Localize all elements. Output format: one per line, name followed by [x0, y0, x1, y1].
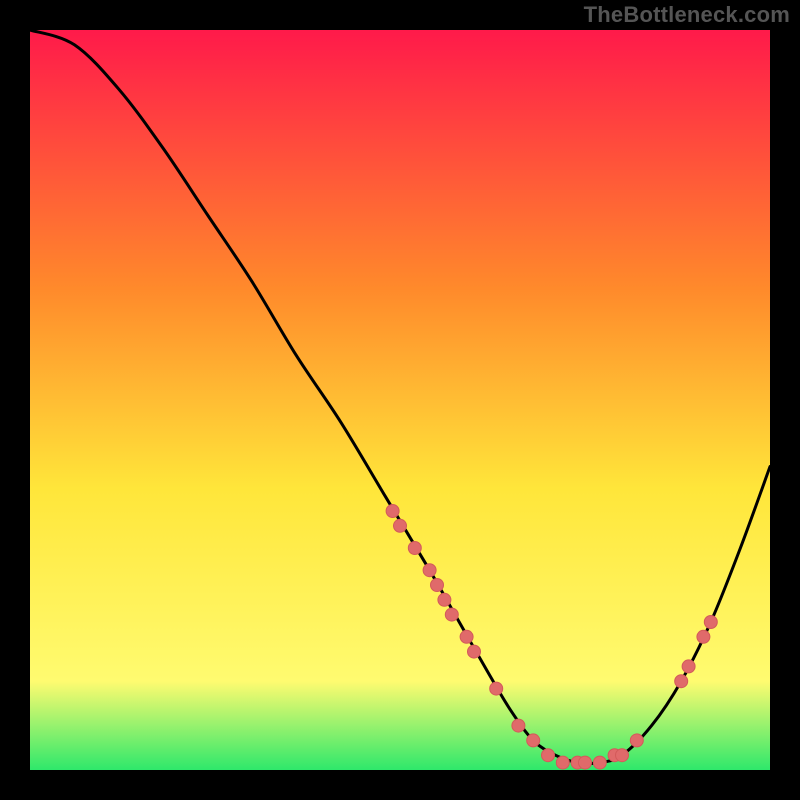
data-point: [431, 579, 444, 592]
data-point: [675, 675, 688, 688]
data-point: [490, 682, 503, 695]
data-point: [386, 505, 399, 518]
data-point: [697, 630, 710, 643]
data-point: [468, 645, 481, 658]
data-point: [445, 608, 458, 621]
data-point: [408, 542, 421, 555]
data-point: [616, 749, 629, 762]
data-point: [704, 616, 717, 629]
data-point: [527, 734, 540, 747]
data-point: [542, 749, 555, 762]
data-point: [438, 593, 451, 606]
data-point: [682, 660, 695, 673]
bottleneck-chart: [30, 30, 770, 770]
data-point: [593, 756, 606, 769]
gradient-background: [30, 30, 770, 770]
data-point: [556, 756, 569, 769]
data-point: [423, 564, 436, 577]
data-point: [394, 519, 407, 532]
data-point: [579, 756, 592, 769]
data-point: [460, 630, 473, 643]
watermark-text: TheBottleneck.com: [584, 2, 790, 28]
data-point: [630, 734, 643, 747]
chart-frame: TheBottleneck.com: [0, 0, 800, 800]
data-point: [512, 719, 525, 732]
plot-area: [30, 30, 770, 770]
